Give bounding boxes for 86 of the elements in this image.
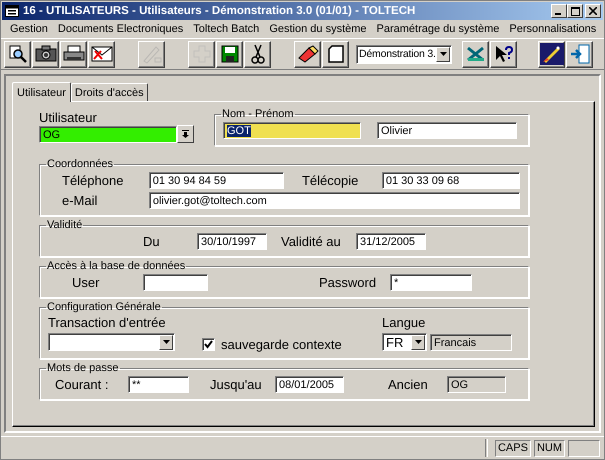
date-field[interactable]: 30/10/1997 (197, 233, 267, 250)
group-title: Configuration Générale (46, 301, 162, 313)
printer-icon (62, 45, 84, 63)
minimize-button[interactable] (551, 4, 567, 18)
field-label: User (72, 275, 100, 290)
caret-icon (440, 52, 446, 56)
status-indicator: NUM (534, 440, 565, 456)
exit-icon (568, 43, 590, 65)
camera-icon (34, 45, 56, 63)
scissors-icon (250, 44, 264, 64)
password-field[interactable]: * (390, 274, 472, 291)
field-label: Ancien (388, 377, 429, 392)
date-field[interactable]: 31/12/2005 (356, 233, 426, 250)
previous-password-field: OG (447, 376, 506, 393)
menu-item[interactable]: Documents Electroniques (52, 23, 188, 35)
group-title: Mots de passe (46, 362, 120, 374)
transaction-dropdown[interactable] (48, 333, 175, 351)
first-name-field[interactable]: Olivier (377, 122, 517, 139)
toolbar-button[interactable] (60, 40, 87, 68)
menu-item[interactable]: Paramétrage du système (372, 23, 504, 35)
last-name-field[interactable]: GOT (223, 122, 361, 139)
field-label: Télécopie (302, 173, 360, 188)
eraser-icon (296, 45, 318, 63)
status-indicator: CAPS (494, 440, 531, 456)
maximize-icon (570, 6, 580, 16)
toolbar-button[interactable] (216, 40, 243, 68)
field-label: Utilisateur (39, 110, 98, 125)
field-label: Transaction d'entrée (48, 315, 167, 330)
language-field: Francais (430, 334, 512, 350)
floppy-icon (220, 45, 238, 63)
toolbar-button[interactable] (490, 40, 517, 68)
toolbar-button[interactable] (32, 40, 59, 68)
search-icon (8, 44, 28, 64)
caret-icon (414, 340, 422, 344)
field-label: Password (319, 275, 378, 290)
close-icon (589, 7, 597, 15)
phone-field[interactable]: 01 30 94 84 59 (148, 172, 284, 189)
toolbar-button[interactable] (294, 40, 321, 68)
field-label: Téléphone (62, 173, 124, 188)
status-cell (568, 440, 600, 456)
user-field[interactable]: OG (39, 126, 177, 143)
field-label: Validité au (281, 234, 342, 249)
window-title: 16 - UTILISATEURS - Utilisateurs - Démonstration 3.0 (01/01) - TOLTECH (23, 5, 416, 17)
envelope-icon (90, 46, 112, 62)
group-title: Accès à la base de données (46, 260, 186, 272)
language-dropdown[interactable]: FR (382, 333, 427, 351)
group-title: Validité (46, 219, 84, 231)
field-label: Du (143, 234, 161, 249)
menu-item[interactable]: Gestion (5, 23, 53, 35)
group-title: Coordonnées (46, 158, 114, 170)
menu-item[interactable]: Gestion du système (264, 23, 372, 35)
help-icon (494, 45, 514, 63)
menu-item[interactable]: Personnalisations (504, 23, 602, 35)
toolbar-button[interactable] (88, 40, 115, 68)
password-field[interactable]: ** (128, 376, 189, 393)
menu-item[interactable]: Toltech Batch (188, 23, 264, 35)
field-label: Courant : (55, 377, 110, 392)
maximize-button[interactable] (567, 4, 583, 18)
check-icon (204, 340, 213, 349)
pencil-icon (140, 44, 162, 64)
page-icon (328, 45, 344, 63)
user-name-field[interactable] (143, 274, 208, 291)
group-title: Nom - Prénom (221, 108, 295, 120)
tab[interactable]: Utilisateur (12, 82, 71, 102)
plus-icon (192, 44, 212, 64)
database-dropdown[interactable]: Démonstration 3. (356, 44, 452, 64)
toolbar-button[interactable] (566, 40, 593, 68)
field-label: Jusqu'au (210, 377, 263, 392)
toolbar-button[interactable] (244, 40, 271, 68)
email-field[interactable]: olivier.got@toltech.com (148, 192, 520, 209)
toolbar-button[interactable] (4, 40, 31, 68)
lookup-button[interactable] (177, 125, 194, 143)
field-label: e-Mail (62, 193, 98, 208)
checkbox[interactable] (202, 338, 215, 351)
fax-field[interactable]: 01 30 33 09 68 (382, 172, 520, 189)
download-icon (181, 130, 190, 138)
toolbar-button[interactable] (322, 40, 349, 68)
close-button[interactable] (585, 4, 601, 18)
tab[interactable]: Droits d'accès (70, 83, 148, 101)
toolbar-button[interactable] (538, 40, 565, 68)
caret-icon (162, 340, 170, 344)
date-field[interactable]: 08/01/2005 (275, 376, 344, 393)
checkbox-label: sauvegarde contexte (221, 337, 342, 352)
toolbar-button[interactable] (462, 40, 489, 68)
app-icon (5, 5, 19, 17)
field-label: Langue (382, 315, 426, 330)
